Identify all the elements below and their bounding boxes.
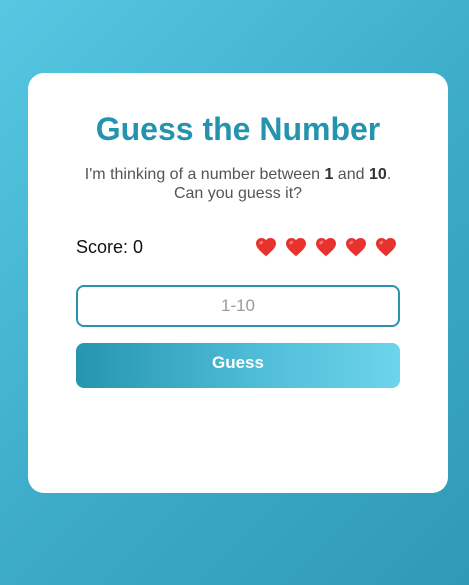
heart-icon xyxy=(286,238,306,257)
heart-icon xyxy=(316,238,336,257)
heart-icon xyxy=(376,238,396,257)
instructions-prefix: I'm thinking of a number between xyxy=(84,166,325,183)
instructions-and: and xyxy=(333,166,369,183)
game-card: Guess the Number I'm thinking of a numbe… xyxy=(28,73,448,493)
lives-display xyxy=(254,235,398,259)
heart-icon xyxy=(256,238,276,257)
game-instructions: I'm thinking of a number between 1 and 1… xyxy=(76,165,400,203)
game-title: Guess the Number xyxy=(95,111,381,147)
heart-icon xyxy=(346,238,366,257)
score-display: Score: 0 xyxy=(76,236,144,257)
instructions-line2: Can you guess it? xyxy=(173,185,303,202)
instructions-suffix: . xyxy=(386,166,392,183)
range-max: 10 xyxy=(368,166,387,183)
status-row: Score: 0 xyxy=(76,233,400,261)
guess-input[interactable] xyxy=(76,285,400,327)
guess-button[interactable]: Guess xyxy=(76,343,400,388)
range-min: 1 xyxy=(324,166,334,183)
